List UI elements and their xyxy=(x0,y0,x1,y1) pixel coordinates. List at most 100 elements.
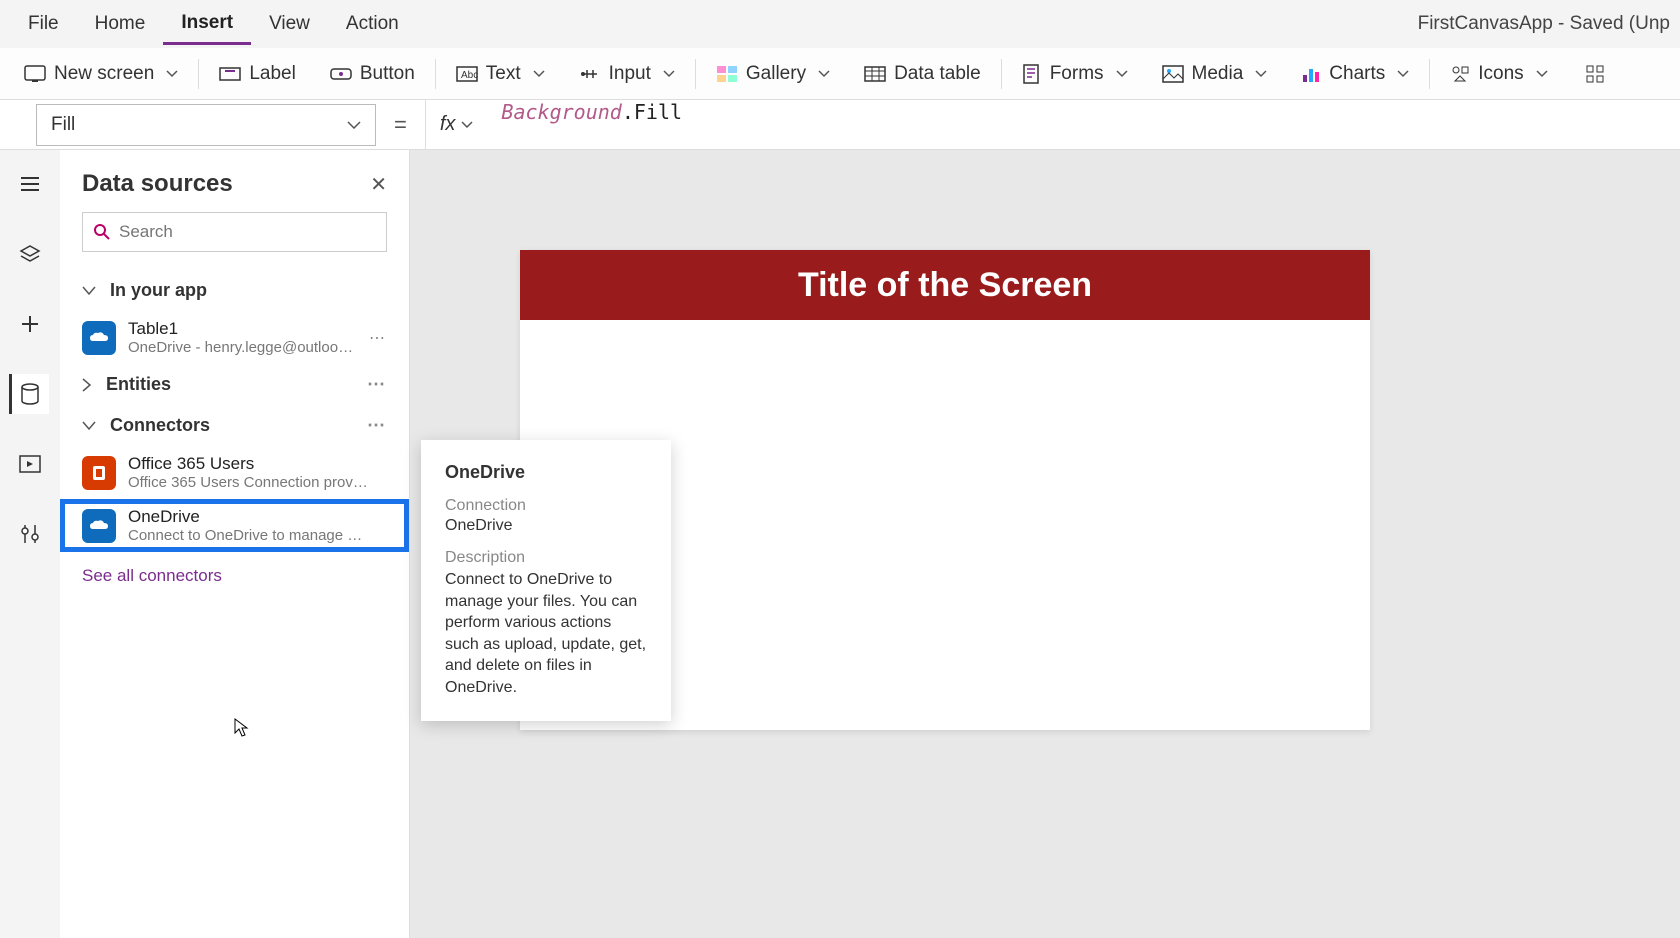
icons-icon xyxy=(1450,64,1470,84)
tree-view-button[interactable] xyxy=(10,234,50,274)
icons-label: Icons xyxy=(1478,63,1523,85)
menu-insert[interactable]: Insert xyxy=(163,4,251,45)
search-box[interactable] xyxy=(82,212,387,252)
chevron-down-icon xyxy=(461,121,473,129)
close-panel-button[interactable]: ✕ xyxy=(370,172,387,197)
label-icon xyxy=(219,65,241,83)
search-input[interactable] xyxy=(119,222,376,242)
property-selector[interactable]: Fill xyxy=(36,104,376,146)
advanced-tools-button[interactable] xyxy=(10,514,50,554)
svg-text:Abc: Abc xyxy=(461,70,478,81)
hamburger-button[interactable] xyxy=(10,164,50,204)
onedrive-icon xyxy=(82,509,116,543)
section-connectors[interactable]: Connectors ⋯ xyxy=(60,405,409,446)
more-button[interactable]: ⋯ xyxy=(367,415,387,436)
ribbon-toolbar: New screen Label Button Abc Text Input G… xyxy=(0,48,1680,100)
property-name: Fill xyxy=(51,114,75,136)
new-screen-button[interactable]: New screen xyxy=(10,57,192,91)
formula-token: .Fill xyxy=(622,100,682,124)
item-subtitle: Office 365 Users Connection provider let… xyxy=(128,474,368,491)
formula-bar: Fill = fx Background.Fill xyxy=(0,100,1680,150)
insert-button[interactable] xyxy=(10,304,50,344)
cursor-icon xyxy=(234,718,250,738)
chevron-down-icon xyxy=(1255,70,1267,78)
data-source-table1[interactable]: Table1 OneDrive - henry.legge@outlook.co… xyxy=(60,311,409,364)
panel-title: Data sources xyxy=(82,170,233,198)
connector-tooltip: OneDrive Connection OneDrive Description… xyxy=(421,440,671,721)
screen-title-label[interactable]: Title of the Screen xyxy=(520,250,1370,320)
item-name: Office 365 Users xyxy=(128,454,368,474)
menu-action[interactable]: Action xyxy=(328,5,417,43)
media-icon xyxy=(19,455,41,473)
media-label: Media xyxy=(1192,63,1244,85)
grid-icon xyxy=(1586,65,1604,83)
item-subtitle: Connect to OneDrive to manage your files… xyxy=(128,527,368,544)
charts-button[interactable]: Charts xyxy=(1287,57,1423,91)
hamburger-icon xyxy=(20,176,40,192)
menu-home[interactable]: Home xyxy=(77,5,164,43)
see-all-connectors-link[interactable]: See all connectors xyxy=(60,552,409,600)
charts-icon xyxy=(1301,65,1321,83)
button-button[interactable]: Button xyxy=(316,57,429,91)
gallery-button[interactable]: Gallery xyxy=(702,57,844,91)
gallery-label: Gallery xyxy=(746,63,806,85)
text-button[interactable]: Abc Text xyxy=(442,57,559,91)
data-button[interactable] xyxy=(9,374,49,414)
fx-button[interactable]: fx xyxy=(425,100,488,149)
connector-onedrive[interactable]: OneDrive Connect to OneDrive to manage y… xyxy=(60,499,409,552)
item-name: OneDrive xyxy=(128,507,368,527)
forms-label: Forms xyxy=(1050,63,1104,85)
section-label: In your app xyxy=(110,280,207,301)
chevron-down-icon xyxy=(1397,70,1409,78)
item-subtitle: OneDrive - henry.legge@outlook.com xyxy=(128,339,357,356)
menu-bar: File Home Insert View Action FirstCanvas… xyxy=(0,0,1680,48)
layers-icon xyxy=(19,244,41,264)
chevron-down-icon xyxy=(82,286,96,296)
more-button[interactable]: ⋯ xyxy=(367,374,387,395)
chevron-down-icon xyxy=(166,70,178,78)
more-button[interactable]: ⋯ xyxy=(369,328,387,348)
tooltip-title: OneDrive xyxy=(445,462,647,483)
input-button[interactable]: Input xyxy=(565,57,689,91)
connector-office365-users[interactable]: Office 365 Users Office 365 Users Connec… xyxy=(60,446,409,499)
menu-view[interactable]: View xyxy=(251,5,328,43)
onedrive-icon xyxy=(82,321,116,355)
forms-icon xyxy=(1022,64,1042,84)
grid-button[interactable] xyxy=(1572,59,1618,89)
charts-label: Charts xyxy=(1329,63,1385,85)
icons-button[interactable]: Icons xyxy=(1436,57,1561,91)
forms-button[interactable]: Forms xyxy=(1008,57,1142,91)
screen-icon xyxy=(24,65,46,83)
formula-input[interactable]: Background.Fill xyxy=(487,100,1680,149)
section-entities[interactable]: Entities ⋯ xyxy=(60,364,409,405)
item-name: Table1 xyxy=(128,319,357,339)
tooltip-description-value: Connect to OneDrive to manage your files… xyxy=(445,569,647,699)
plus-icon xyxy=(20,314,40,334)
chevron-down-icon xyxy=(1536,70,1548,78)
section-label: Connectors xyxy=(110,415,210,436)
data-table-button[interactable]: Data table xyxy=(850,57,995,91)
chevron-right-icon xyxy=(82,378,92,392)
tools-icon xyxy=(20,523,40,545)
media-button[interactable]: Media xyxy=(1148,57,1282,91)
label-button[interactable]: Label xyxy=(205,57,310,91)
chevron-down-icon xyxy=(347,121,361,129)
button-icon xyxy=(330,65,352,83)
input-label: Input xyxy=(609,63,651,85)
tooltip-connection-value: OneDrive xyxy=(445,517,647,535)
chevron-down-icon xyxy=(818,70,830,78)
tooltip-connection-label: Connection xyxy=(445,497,647,515)
section-in-your-app[interactable]: In your app xyxy=(60,270,409,311)
button-label: Button xyxy=(360,63,415,85)
formula-token: Background xyxy=(501,100,621,124)
media-rail-button[interactable] xyxy=(10,444,50,484)
data-table-label: Data table xyxy=(894,63,981,85)
menu-file[interactable]: File xyxy=(10,5,77,43)
tooltip-description-label: Description xyxy=(445,549,647,567)
chevron-down-icon xyxy=(1116,70,1128,78)
input-icon xyxy=(579,66,601,82)
search-icon xyxy=(93,223,111,241)
table-icon xyxy=(864,66,886,82)
gallery-icon xyxy=(716,65,738,83)
text-label: Text xyxy=(486,63,521,85)
